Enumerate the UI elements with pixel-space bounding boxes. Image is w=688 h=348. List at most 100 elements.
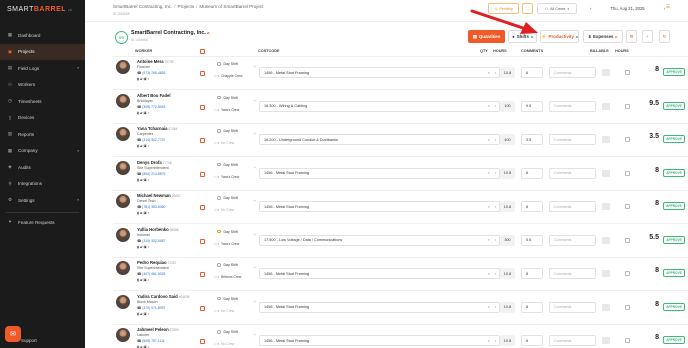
add-costcode-icon[interactable]: + bbox=[254, 65, 256, 69]
add-costcode-icon[interactable]: + bbox=[254, 166, 256, 170]
comment-button[interactable] bbox=[602, 169, 610, 177]
hours-field[interactable]: 8 bbox=[521, 301, 543, 313]
row-checkbox[interactable] bbox=[200, 305, 205, 311]
row-checkbox[interactable] bbox=[200, 339, 205, 344]
qty-field[interactable]: 10.8 bbox=[500, 301, 515, 313]
add-costcode-icon[interactable]: + bbox=[254, 99, 256, 103]
avatar[interactable] bbox=[116, 127, 130, 141]
comment-button[interactable] bbox=[602, 136, 610, 143]
worker-phone[interactable]: ☎(781) 383-6060 bbox=[137, 205, 165, 209]
comment-button[interactable] bbox=[602, 337, 610, 344]
worker-phone[interactable]: ☎(407) 461-0025 bbox=[137, 272, 165, 276]
comment-field[interactable]: Comments bbox=[549, 234, 596, 246]
comment-button[interactable] bbox=[602, 270, 610, 277]
comment-button[interactable] bbox=[602, 203, 610, 210]
crew-select[interactable]: ⚇ ▾ Yara's Crew bbox=[214, 242, 239, 246]
qty-field[interactable]: 10.8 bbox=[500, 335, 515, 346]
comment-field[interactable]: Comments bbox=[549, 268, 596, 279]
row-checkbox[interactable] bbox=[200, 104, 205, 110]
worker-phone[interactable]: ☎(894) 214-6879 bbox=[137, 172, 165, 176]
crew-select[interactable]: ⚇ ▾ Yara's Crew bbox=[214, 175, 239, 179]
refresh-icon[interactable]: ↻ bbox=[659, 30, 670, 43]
worker-phone[interactable]: ☎(310) 302-5487 bbox=[137, 239, 165, 243]
select-all-checkbox[interactable] bbox=[200, 49, 205, 54]
row-checkbox[interactable] bbox=[200, 71, 205, 76]
costcode-select[interactable]: 1456 - Metal Stud Framing × ▾ bbox=[259, 335, 500, 346]
costcode-select[interactable]: 1456 - Metal Stud Framing × ▾ bbox=[259, 201, 500, 212]
worker-name[interactable]: Denys Drofa27708 bbox=[137, 160, 172, 165]
add-costcode-icon[interactable]: + bbox=[254, 266, 256, 270]
approve-button[interactable]: APPROVE bbox=[663, 202, 685, 210]
sidebar-item-integrations[interactable]: ⚲ Integrations bbox=[0, 176, 85, 193]
shift-select[interactable]: Day Shift bbox=[217, 230, 238, 234]
comment-field[interactable]: Comments bbox=[549, 201, 596, 212]
qty-field[interactable]: 10.8 bbox=[500, 67, 515, 78]
crew-select[interactable]: ⚇ ▾ Chapple Crew bbox=[214, 74, 243, 78]
crew-select[interactable]: ⚇ ▾ No Crew bbox=[214, 309, 234, 313]
costcode-select[interactable]: 1456 - Metal Stud Framing × ▾ bbox=[259, 268, 500, 279]
worker-name[interactable]: Yullia Horbenko98086 bbox=[137, 227, 179, 232]
sidebar-item-feature-requests[interactable]: ✦ Feature Requests bbox=[0, 214, 85, 231]
breadcrumb-project[interactable]: Museum of SmartBarrel Project bbox=[199, 4, 263, 9]
billable-checkbox[interactable] bbox=[625, 338, 630, 343]
approve-button[interactable]: APPROVE bbox=[663, 269, 685, 277]
crew-select[interactable]: ⚇ ▾ Yara's Crew bbox=[214, 108, 239, 112]
approve-button[interactable]: APPROVE bbox=[663, 302, 685, 311]
avatar[interactable] bbox=[116, 227, 130, 242]
costcode-select[interactable]: 1456 - Metal Stud Framing × ▾ bbox=[259, 301, 500, 313]
worker-phone[interactable]: ☎(309) 772-5453 bbox=[137, 105, 165, 109]
billable-checkbox[interactable] bbox=[625, 204, 630, 209]
comment-field[interactable]: Comments bbox=[549, 67, 596, 78]
hours-field[interactable]: 8 bbox=[521, 268, 543, 279]
comment-field[interactable]: Comments bbox=[549, 100, 596, 112]
hours-field[interactable]: 8 bbox=[521, 201, 543, 212]
avatar[interactable] bbox=[116, 93, 130, 108]
approve-button[interactable]: APPROVE bbox=[663, 135, 685, 143]
billable-checkbox[interactable] bbox=[625, 304, 630, 310]
comment-field[interactable]: Comments bbox=[549, 134, 596, 145]
worker-name[interactable]: Jahmeel Peleon67809 bbox=[137, 327, 179, 332]
billable-checkbox[interactable] bbox=[625, 237, 630, 243]
billable-checkbox[interactable] bbox=[625, 70, 630, 75]
shift-select[interactable]: Day Shift bbox=[217, 62, 238, 66]
sidebar-item-workers[interactable]: ⚇ Workers bbox=[0, 77, 85, 94]
worker-phone[interactable]: ☎(609) 757-1111 bbox=[137, 339, 165, 343]
comment-button[interactable] bbox=[602, 236, 610, 244]
approve-button[interactable]: APPROVE bbox=[663, 235, 685, 244]
costcode-select[interactable]: 1456 - Metal Stud Framing × ▾ bbox=[259, 167, 500, 179]
costcode-select[interactable]: 16.200 - Underground Conduit & Ductbanks… bbox=[259, 134, 500, 145]
avatar[interactable] bbox=[116, 261, 130, 275]
qty-field[interactable]: 100 bbox=[500, 100, 515, 112]
add-costcode-icon[interactable]: + bbox=[254, 233, 256, 237]
shift-select[interactable]: Day Shift bbox=[217, 297, 238, 301]
row-checkbox[interactable] bbox=[200, 238, 205, 244]
support-link[interactable]: Support bbox=[21, 338, 37, 343]
qty-field[interactable]: 10.8 bbox=[500, 167, 515, 179]
hours-field[interactable]: 8 bbox=[521, 67, 543, 78]
row-checkbox[interactable] bbox=[200, 205, 205, 210]
sidebar-item-devices[interactable]: ▯ Devices bbox=[0, 110, 85, 127]
avatar[interactable] bbox=[116, 160, 130, 175]
qty-field[interactable]: 10.8 bbox=[500, 268, 515, 279]
worker-phone[interactable]: ☎(973) 765-4653 bbox=[137, 71, 165, 75]
comment-field[interactable]: Comments bbox=[549, 167, 596, 179]
hours-field[interactable]: 8 bbox=[521, 167, 543, 179]
chat-icon[interactable]: ✉ bbox=[5, 326, 21, 342]
billable-checkbox[interactable] bbox=[625, 103, 630, 109]
costcode-select[interactable]: 16.300 - Wiring & Cabling × ▾ bbox=[259, 100, 500, 112]
approve-button[interactable]: APPROVE bbox=[663, 168, 685, 177]
row-checkbox[interactable] bbox=[200, 272, 205, 277]
costcode-select[interactable]: 17.500 - Low Voltage / Data / Communicat… bbox=[259, 234, 500, 246]
worker-name[interactable]: Yadira Cardoso Said404636 bbox=[137, 294, 189, 299]
avatar[interactable] bbox=[116, 60, 130, 74]
sidebar-item-dashboard[interactable]: ▦ Dashboard bbox=[0, 27, 85, 44]
tab-productivity[interactable]: ⚡ Productivity bbox=[540, 30, 579, 43]
comment-field[interactable]: Comments bbox=[549, 335, 596, 346]
crew-select[interactable]: ⚇ All Crews ▾ bbox=[537, 3, 577, 14]
worker-name[interactable]: Michael Newman26667 bbox=[137, 193, 181, 198]
avatar[interactable] bbox=[116, 194, 130, 208]
billable-checkbox[interactable] bbox=[625, 271, 630, 276]
worker-phone[interactable]: ☎(470) 971-8097 bbox=[137, 306, 165, 310]
add-costcode-icon[interactable]: + bbox=[254, 132, 256, 136]
sidebar-item-settings[interactable]: ⚙ Settings ▾ bbox=[0, 192, 85, 209]
